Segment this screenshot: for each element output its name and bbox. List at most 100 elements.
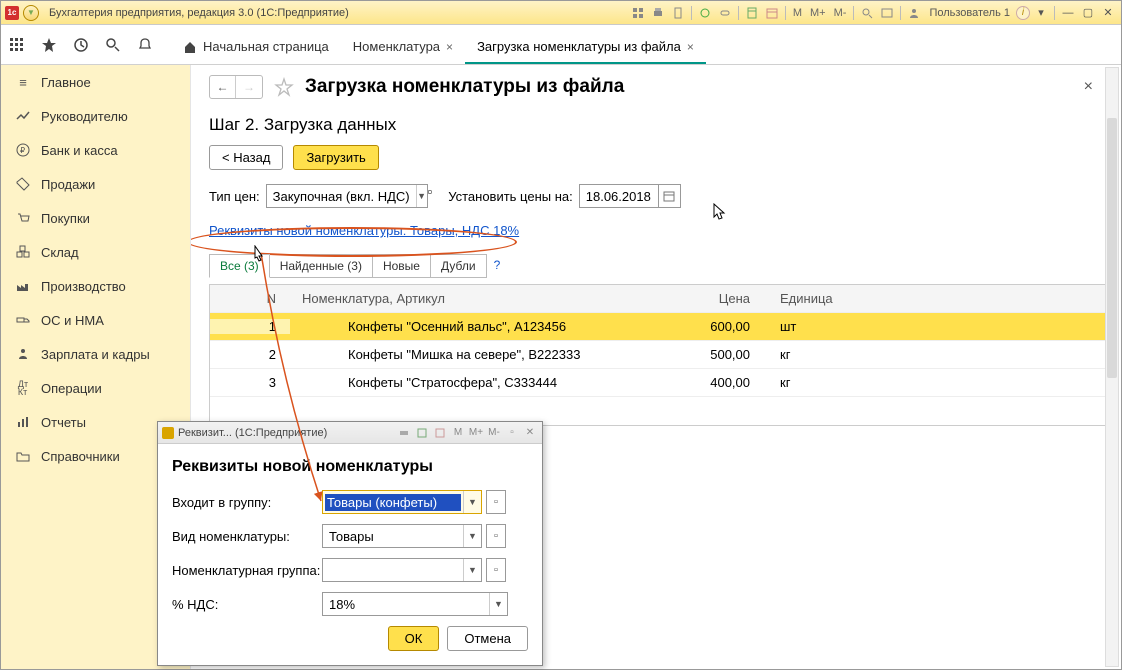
zoom-icon[interactable] [858,5,876,21]
back-button[interactable]: < Назад [209,145,283,170]
set-date-input[interactable] [580,189,658,204]
open-ref-icon[interactable]: ▫ [486,524,506,548]
sidebar-item-sales[interactable]: Продажи [1,167,190,201]
popup-print-icon[interactable] [396,426,412,440]
col-price[interactable]: Цена [650,291,770,306]
sidebar-item-stock[interactable]: Склад [1,235,190,269]
m-plus-button[interactable]: M+ [807,7,829,19]
home-icon [183,40,197,54]
table-row[interactable]: 1Конфеты "Осенний вальс", A123456600,00ш… [210,313,1108,341]
tab-close-icon[interactable]: × [446,40,453,54]
calendar-picker-icon[interactable] [659,184,681,208]
popup-close-icon[interactable]: ✕ [522,426,538,440]
sidebar-item-assets[interactable]: ОС и НМА [1,303,190,337]
tab-home[interactable]: Начальная страница [171,29,341,64]
chevron-down-icon[interactable]: ▼ [416,185,427,207]
open-ref-icon[interactable]: ▫ [428,184,433,208]
open-ref-icon[interactable]: ▫ [486,490,506,514]
search-icon[interactable] [103,35,123,55]
person-icon [15,346,31,362]
requisites-link[interactable]: Реквизиты новой номенклатуры: Товары, НД… [209,223,519,238]
filter-tab-found[interactable]: Найденные (3) [269,254,373,278]
user-label[interactable]: Пользователь 1 [925,7,1014,19]
popup-kind-label: Вид номенклатуры: [172,529,322,544]
sidebar-item-bank[interactable]: ₽Банк и касса [1,133,190,167]
print-icon[interactable] [649,5,667,21]
sidebar-item-label: ОС и НМА [41,313,104,328]
open-ref-icon[interactable]: ▫ [486,558,506,582]
table-row[interactable]: 3Конфеты "Стратосфера", C333444400,00кг [210,369,1108,397]
grid-icon[interactable] [629,5,647,21]
page-close-icon[interactable]: × [1084,78,1093,96]
tab-nomenclature[interactable]: Номенклатура × [341,29,465,64]
maximize-icon[interactable]: ▢ [1079,5,1097,21]
chevron-down-icon[interactable]: ▼ [463,559,481,581]
m-minus-button[interactable]: M- [831,7,850,19]
m-button[interactable]: M [790,7,805,19]
filter-tabs: Все (3) Найденные (3) Новые Дубли ? [209,254,1103,278]
col-nom[interactable]: Номенклатура, Артикул [290,291,650,306]
sidebar-item-operations[interactable]: ДтКтОперации [1,371,190,405]
popup-nomgrp-combo[interactable]: ▼ [322,558,482,582]
sidebar-item-main[interactable]: ≡Главное [1,65,190,99]
filter-tab-new[interactable]: Новые [372,254,431,278]
favorite-star-icon[interactable] [273,76,295,98]
star-icon[interactable] [39,35,59,55]
calc-icon[interactable] [743,5,761,21]
chevron-down-icon[interactable]: ▼ [489,593,507,615]
nav-back-icon[interactable]: ← [210,76,236,98]
load-button[interactable]: Загрузить [293,145,378,170]
refresh-icon[interactable] [696,5,714,21]
popup-restore-icon[interactable]: ▫ [504,426,520,440]
price-type-value: Закупочная (вкл. НДС) [267,189,416,204]
price-type-label: Тип цен: [209,189,260,204]
popup-calendar-icon[interactable] [432,426,448,440]
scrollbar[interactable] [1105,67,1119,667]
scrollbar-handle[interactable] [1107,118,1117,378]
filter-tab-duplicates[interactable]: Дубли [430,254,487,278]
chevron-down-icon[interactable]: ▼ [463,491,481,513]
popup-mminus-button[interactable]: M- [486,426,502,440]
sidebar-item-purchases[interactable]: Покупки [1,201,190,235]
history-icon[interactable] [71,35,91,55]
bell-icon[interactable] [135,35,155,55]
tab-home-label: Начальная страница [203,39,329,54]
tab-close-icon[interactable]: × [687,40,694,54]
apps-icon[interactable] [7,35,27,55]
info-icon[interactable]: i [1016,6,1030,20]
popup-vat-combo[interactable]: 18% ▼ [322,592,508,616]
popup-ok-button[interactable]: ОК [388,626,440,651]
sidebar-item-label: Операции [41,381,102,396]
link-icon[interactable] [716,5,734,21]
nav-forward-icon[interactable]: → [236,76,262,98]
popup-cancel-button[interactable]: Отмена [447,626,528,651]
requisites-popup: Реквизит... (1С:Предприятие) M M+ M- ▫ ✕… [157,421,543,666]
sidebar-item-production[interactable]: Производство [1,269,190,303]
col-n[interactable]: N [210,291,290,306]
calendar-icon[interactable] [763,5,781,21]
app-menu-dropdown[interactable]: ▼ [23,5,39,21]
user-icon [905,5,923,21]
app-title: Бухгалтерия предприятия, редакция 3.0 (1… [49,7,349,19]
sidebar-item-salary[interactable]: Зарплата и кадры [1,337,190,371]
popup-kind-combo[interactable]: Товары ▼ [322,524,482,548]
info-dropdown[interactable]: ▾ [1032,5,1050,21]
filter-help-icon[interactable]: ? [486,254,509,278]
col-unit[interactable]: Единица [770,291,890,306]
sidebar-item-manager[interactable]: Руководителю [1,99,190,133]
window-icon[interactable] [878,5,896,21]
popup-calc-icon[interactable] [414,426,430,440]
price-type-combo[interactable]: Закупочная (вкл. НДС) ▼ [266,184,428,208]
close-icon[interactable]: ✕ [1099,5,1117,21]
popup-mplus-button[interactable]: M+ [468,426,484,440]
tab-load-from-file[interactable]: Загрузка номенклатуры из файла × [465,29,706,64]
minimize-icon[interactable]: — [1059,5,1077,21]
set-date-input-wrap [579,184,659,208]
filter-tab-all[interactable]: Все (3) [209,254,270,278]
popup-group-combo[interactable]: Товары (конфеты) ▼ [322,490,482,514]
popup-m-button[interactable]: M [450,426,466,440]
chevron-down-icon[interactable]: ▼ [463,525,481,547]
doc-icon[interactable] [669,5,687,21]
table-row[interactable]: 2Конфеты "Мишка на севере", B222333500,0… [210,341,1108,369]
popup-group-value: Товары (конфеты) [325,494,461,511]
